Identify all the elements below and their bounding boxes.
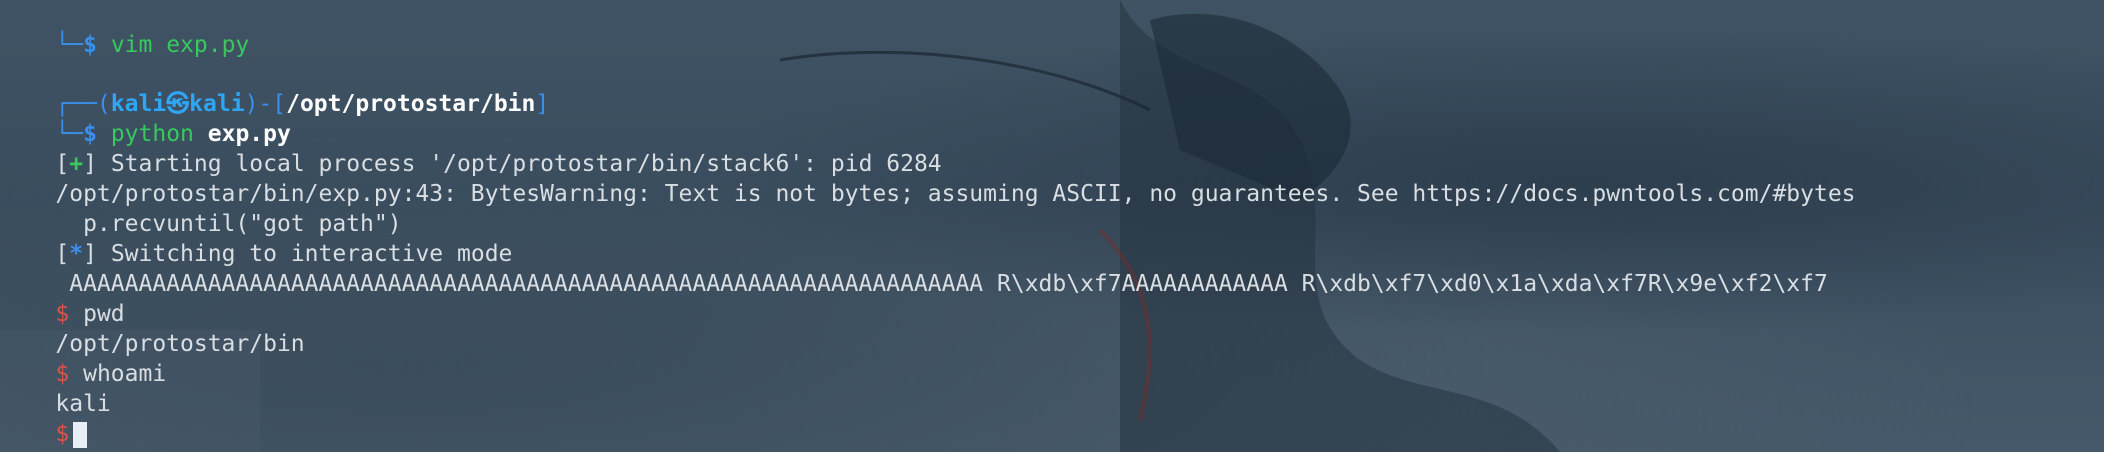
- prompt-path: /opt/protostar/bin: [286, 91, 536, 117]
- output-line-starting: [+] Starting local process '/opt/protost…: [0, 119, 941, 177]
- output-text: AAAAAAAAAAAAAAAAAAAAAAAAAAAAAAAAAAAAAAAA…: [55, 271, 1828, 297]
- command-text: vim exp.py: [110, 32, 250, 58]
- shell-prompt-dollar: $: [55, 421, 70, 447]
- terminal-window[interactable]: └─$ vim exp.py ┌──(kali㉿kali)-[/opt/prot…: [0, 0, 2104, 452]
- prompt-header-line: ┌──(kali㉿kali)-[/opt/protostar/bin]: [0, 59, 549, 117]
- output-line-interactive: [*] Switching to interactive mode: [0, 209, 512, 267]
- prompt-dollar: $: [83, 32, 97, 58]
- shell-line-pwd: $ pwd: [0, 269, 124, 327]
- shell-input-line[interactable]: $: [0, 389, 88, 448]
- output-line-whoami-result: kali: [0, 359, 110, 417]
- command-line-python: └─$ python exp.py: [0, 89, 290, 147]
- output-line-payload: AAAAAAAAAAAAAAAAAAAAAAAAAAAAAAAAAAAAAAAA…: [0, 239, 1828, 297]
- text-cursor[interactable]: [73, 421, 88, 448]
- output-line-pwd-result: /opt/protostar/bin: [0, 299, 304, 357]
- prompt-bracket-close: ]: [535, 91, 550, 117]
- output-line-recvuntil: p.recvuntil("got path"): [0, 179, 402, 237]
- prompt-corner-glyph: └─: [55, 32, 84, 58]
- output-line-warning: /opt/protostar/bin/exp.py:43: BytesWarni…: [0, 149, 1855, 207]
- history-line-vim: └─$ vim exp.py: [0, 0, 249, 58]
- shell-line-whoami: $ whoami: [0, 329, 166, 387]
